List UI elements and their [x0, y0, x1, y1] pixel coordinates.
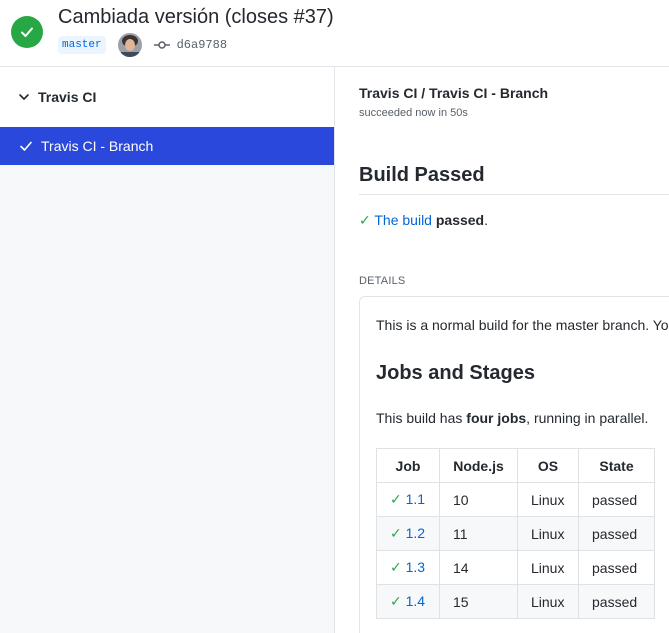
check-icon: ✓	[359, 212, 371, 228]
state-cell: passed	[578, 550, 655, 585]
table-row: ✓ 1.2 11 Linux passed	[376, 516, 655, 551]
commit-header: Cambiada versión (closes #37) master d6a…	[0, 0, 669, 67]
column-header-state: State	[578, 448, 655, 483]
divider	[359, 194, 669, 195]
jobs-text-pre: This build has	[376, 410, 467, 426]
check-run-details: Travis CI / Travis CI - Branch succeeded…	[335, 67, 669, 633]
table-row: ✓ 1.1 10 Linux passed	[376, 482, 655, 517]
jobs-text: This build has four jobs, running in par…	[376, 410, 648, 426]
state-cell: passed	[578, 482, 655, 517]
git-commit-icon	[153, 41, 170, 49]
check-icon: ✓	[390, 559, 402, 575]
column-header-job: Job	[376, 448, 440, 483]
os-cell: Linux	[517, 482, 579, 517]
sidebar-item-label: Travis CI - Branch	[41, 138, 154, 154]
state-cell: passed	[578, 584, 655, 619]
check-circle-icon	[11, 16, 43, 48]
table-row: ✓ 1.4 15 Linux passed	[376, 584, 655, 619]
job-link[interactable]: 1.2	[406, 525, 425, 541]
state-cell: passed	[578, 516, 655, 551]
table-row: ✓ 1.3 14 Linux passed	[376, 550, 655, 585]
build-heading: Build Passed	[359, 164, 485, 186]
check-icon: ✓	[390, 491, 402, 507]
job-cell: ✓ 1.1	[376, 482, 440, 517]
avatar[interactable]	[117, 33, 142, 57]
details-label: DETAILS	[359, 275, 406, 287]
build-link[interactable]: The build	[374, 212, 432, 228]
jobs-text-post: , running in parallel.	[526, 410, 649, 426]
summary-period: .	[484, 212, 488, 228]
os-cell: Linux	[517, 584, 579, 619]
check-suite-header[interactable]: Travis CI	[0, 67, 334, 127]
checks-page: Cambiada versión (closes #37) master d6a…	[0, 0, 669, 633]
check-icon: ✓	[390, 525, 402, 541]
job-link[interactable]: 1.1	[406, 491, 425, 507]
os-cell: Linux	[517, 516, 579, 551]
node-cell: 11	[439, 516, 518, 551]
build-summary: ✓ The build passed.	[359, 212, 488, 229]
chevron-down-icon	[19, 94, 29, 100]
checks-sidebar: Travis CI Travis CI - Branch	[0, 67, 335, 633]
node-cell: 15	[439, 584, 518, 619]
jobs-text-bold: four jobs	[466, 410, 527, 426]
column-header-os: OS	[517, 448, 579, 483]
sidebar-item-travis-ci-branch[interactable]: Travis CI - Branch	[0, 127, 334, 165]
check-suite-name: Travis CI	[38, 89, 97, 105]
branch-badge[interactable]: master	[58, 36, 106, 54]
job-link[interactable]: 1.4	[406, 593, 425, 609]
check-icon: ✓	[390, 593, 402, 609]
jobs-table: Job Node.js OS State ✓ 1.1 10 Linux pass…	[376, 448, 655, 619]
check-run-status: succeeded now in 50s	[359, 107, 468, 119]
column-header-nodejs: Node.js	[439, 448, 518, 483]
check-run-title: Travis CI / Travis CI - Branch	[359, 85, 549, 101]
job-cell: ✓ 1.2	[376, 516, 440, 551]
check-icon	[20, 141, 32, 151]
jobs-heading: Jobs and Stages	[376, 362, 535, 384]
job-cell: ✓ 1.4	[376, 584, 440, 619]
commit-sha[interactable]: d6a9788	[177, 38, 227, 52]
job-link[interactable]: 1.3	[406, 559, 425, 575]
details-box: This is a normal build for the master br…	[359, 296, 669, 633]
node-cell: 14	[439, 550, 518, 585]
node-cell: 10	[439, 482, 518, 517]
table-header-row: Job Node.js OS State	[376, 448, 655, 483]
job-cell: ✓ 1.3	[376, 550, 440, 585]
build-status-word: passed	[435, 212, 485, 228]
commit-meta: master d6a9788	[58, 33, 227, 57]
details-text: This is a normal build for the master br…	[376, 317, 669, 333]
commit-title: Cambiada versión (closes #37)	[58, 6, 334, 28]
os-cell: Linux	[517, 550, 579, 585]
